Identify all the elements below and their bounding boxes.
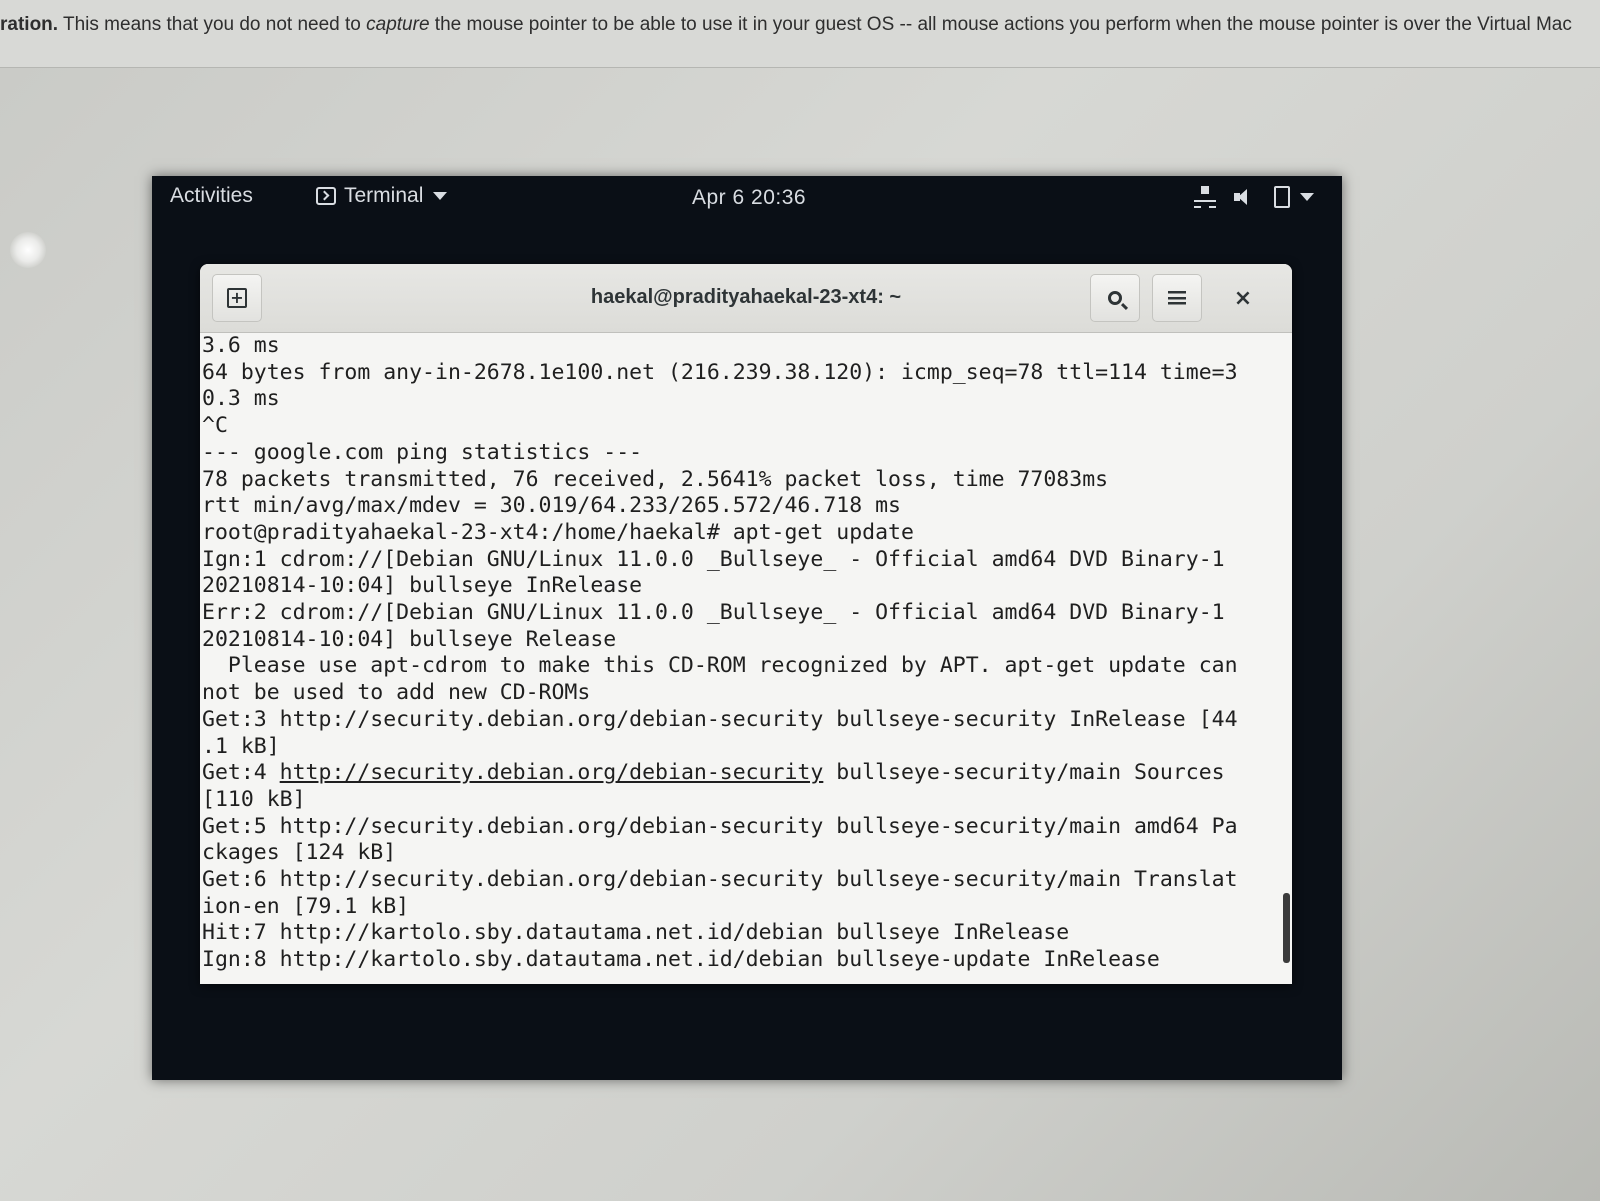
search-icon [1108,291,1122,305]
network-icon[interactable] [1194,186,1216,208]
terminal-line: Please use apt-cdrom to make this CD-ROM… [202,653,1238,679]
terminal-scrollbar[interactable] [1283,893,1290,963]
terminal-line: not be used to add new CD-ROMs [202,680,591,706]
terminal-line: ^C [202,413,228,439]
chevron-down-icon[interactable] [1300,193,1314,201]
terminal-line-get4: Get:4 http://security.debian.org/debian-… [200,760,1292,787]
terminal-line: ckages [124 kB] [202,840,397,866]
terminal-line-prefix: Get:4 [202,760,280,786]
terminal-headerbar: + haekal@pradityahaekal-23-xt4: ~ × [200,264,1292,333]
app-menu-label: Terminal [344,184,424,207]
close-icon: × [1233,285,1253,311]
terminal-line: Ign:1 cdrom://[Debian GNU/Linux 11.0.0 _… [202,546,1225,572]
terminal-line: .1 kB] [202,733,280,759]
terminal-line: 78 packets transmitted, 76 received, 2.5… [202,466,1109,492]
terminal-line: [110 kB] [202,786,306,812]
light-reflection [10,232,46,268]
terminal-line: Ign:8 http://kartolo.sby.datautama.net.i… [202,947,1160,973]
terminal-line: 20210814-10:04] bullseye Release [202,626,617,652]
terminal-line: Get:5 http://security.debian.org/debian-… [202,813,1238,839]
virtual-machine-screen[interactable]: Activities Terminal Apr 6 20:36 + haekal… [152,176,1342,1080]
terminal-line-suffix: bullseye-security/main Sources [823,760,1225,786]
host-text-part2: the mouse pointer to be able to use it i… [429,14,1572,35]
menu-button[interactable] [1152,274,1202,322]
app-menu-terminal[interactable]: Terminal [316,184,448,208]
hamburger-menu-icon [1168,291,1186,305]
gnome-top-bar: Activities Terminal Apr 6 20:36 [152,176,1342,224]
terminal-line: Err:2 cdrom://[Debian GNU/Linux 11.0.0 _… [202,600,1225,626]
host-instructions-text: ration. This means that you do not need … [0,0,1600,68]
power-icon[interactable] [1274,186,1290,208]
search-button[interactable] [1090,274,1140,322]
terminal-line: rtt min/avg/max/mdev = 30.019/64.233/265… [202,493,901,519]
volume-icon[interactable] [1234,187,1256,207]
terminal-link[interactable]: http://security.debian.org/debian-securi… [280,760,824,785]
activities-button[interactable]: Activities [170,184,253,208]
terminal-icon [316,187,336,205]
terminal-window[interactable]: + haekal@pradityahaekal-23-xt4: ~ × 3.6 … [200,264,1292,984]
terminal-line: Get:3 http://security.debian.org/debian-… [202,706,1238,732]
terminal-output[interactable]: 3.6 ms 64 bytes from any-in-2678.1e100.n… [200,333,1292,984]
terminal-line: 3.6 ms [202,333,280,358]
system-tray[interactable] [1194,186,1314,208]
terminal-line: 0.3 ms [202,386,280,412]
terminal-line: --- google.com ping statistics --- [202,439,643,465]
host-text-part1: This means that you do not need to [58,14,367,35]
terminal-line: Get:6 http://security.debian.org/debian-… [202,867,1238,893]
terminal-line: 20210814-10:04] bullseye InRelease [202,573,643,599]
host-text-bold: ration. [0,14,59,35]
terminal-line: 64 bytes from any-in-2678.1e100.net (216… [202,359,1238,385]
clock[interactable]: Apr 6 20:36 [692,186,806,210]
host-text-italic: capture [366,14,430,35]
close-button[interactable]: × [1218,274,1268,322]
terminal-line: root@pradityahaekal-23-xt4:/home/haekal#… [202,519,914,545]
chevron-down-icon [433,192,448,200]
terminal-line: ion-en [79.1 kB] [202,893,410,919]
terminal-line: Hit:7 http://kartolo.sby.datautama.net.i… [202,920,1070,946]
